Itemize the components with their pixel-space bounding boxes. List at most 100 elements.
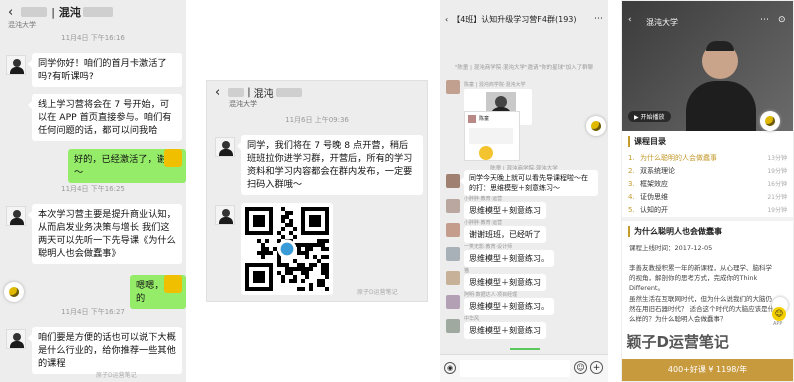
course-duration: 16分钟 — [767, 181, 787, 188]
watermark: 原子D运营笔记 — [96, 372, 137, 379]
course-duration: 19分钟 — [767, 168, 787, 175]
message-bubble: 思维模型＋刻意练习 — [464, 274, 546, 291]
smile-icon[interactable]: ☺ — [772, 307, 786, 321]
group-title: 【4班】认知升级学习营F4群(193) — [452, 14, 577, 24]
course-number: 1. — [628, 153, 635, 162]
floating-ball-icon[interactable] — [586, 116, 606, 136]
course-item[interactable]: 2. 双系统理论 19分钟 — [628, 164, 787, 177]
card-badge — [479, 146, 493, 160]
avatar[interactable] — [446, 247, 460, 261]
floating-ball-icon[interactable] — [760, 111, 780, 131]
course-number: 2. — [628, 166, 635, 175]
message-bubble: 本次学习营主要是提升商业认知，从而启发业务决策与增长 我们这两天可以先听一下先导… — [28, 204, 182, 264]
page-title: 混沌大学 — [646, 18, 678, 27]
avatar[interactable] — [446, 271, 460, 285]
chat-subtitle: 混沌大学 — [229, 100, 257, 108]
sender-name: 中华风 — [464, 316, 480, 322]
sender-name: 阿明·数据达人·项目经理 — [464, 292, 518, 298]
course-title: 为什么聪明的人会做蠢事 — [640, 153, 717, 162]
avatar[interactable] — [215, 205, 235, 225]
sender-name: 一笑无影·教育·设计师 — [464, 244, 513, 250]
sender-name: 小胖胖·教育·运营 — [464, 220, 503, 226]
course-number: 5. — [628, 205, 635, 214]
sender-name: 陈童 | 混沌商学院·混沌大学 — [464, 82, 526, 88]
title-separator: | — [51, 5, 55, 19]
divider — [622, 217, 793, 221]
back-arrow-icon[interactable]: ‹ — [215, 85, 220, 100]
timestamp: 11月4日 下午16:27 — [61, 308, 125, 316]
message-bubble: 思维模型＋刻意练习 — [464, 322, 546, 339]
shared-image[interactable]: 陈童 — [464, 111, 520, 161]
timestamp: 11月4日 下午16:16 — [61, 34, 125, 42]
group-header: ‹ 【4班】认知升级学习营F4群(193) ⋯ — [440, 10, 608, 28]
sender-name: 猫 — [464, 268, 470, 274]
emoji-icon[interactable]: ☺ — [574, 361, 587, 374]
watermark: 原子D运营笔记 — [357, 289, 398, 296]
course-date: 课程上线时间：2017-12-05 — [629, 244, 713, 252]
speaker-hair — [706, 41, 734, 51]
avatar[interactable] — [446, 80, 460, 94]
qr-code-image[interactable] — [241, 203, 333, 295]
qr-code-icon — [245, 207, 329, 291]
subscribe-button[interactable]: 400+好课 ¥ 1198/年 — [622, 359, 793, 381]
course-title: 框架效应 — [640, 179, 668, 188]
message-bubble: 思维模型＋刻意练习 — [464, 202, 546, 219]
avatar[interactable] — [6, 329, 26, 349]
speaker-body — [686, 81, 756, 131]
course-description: 虽然生活在互联网时代，但为什么说我们的大脑仍然在用旧石器时代？ 适合这个时代的大… — [629, 295, 775, 323]
course-item[interactable]: 3. 框架效应 16分钟 — [628, 177, 787, 190]
catalog-heading: 课程目录 — [628, 136, 666, 147]
course-number: 4. — [628, 192, 635, 201]
back-arrow-icon[interactable]: ‹ — [8, 5, 13, 20]
scroll-indicator — [510, 348, 540, 350]
back-arrow-icon[interactable]: ‹ — [445, 15, 448, 24]
chat-title-prefix: 混沌 — [58, 6, 81, 19]
avatar[interactable] — [446, 199, 460, 213]
my-avatar[interactable] — [164, 149, 182, 167]
message-bubble: 思维模型＋刻意练习。 — [464, 250, 554, 267]
floating-ball-icon[interactable] — [4, 282, 24, 302]
course-duration: 13分钟 — [767, 155, 787, 162]
plus-icon[interactable]: + — [590, 361, 603, 374]
avatar[interactable] — [446, 174, 460, 188]
course-item[interactable]: 1. 为什么聪明的人会做蠢事 13分钟 — [628, 151, 787, 164]
blurred-name — [21, 7, 48, 17]
chat-title: 混沌 — [253, 89, 274, 100]
avatar[interactable] — [446, 295, 460, 309]
voice-icon[interactable]: ◉ — [444, 362, 456, 374]
system-notice: "陈童 | 混沌商学院·混沌大学"邀请"你的星球"加入了群聊 — [454, 65, 594, 71]
avatar[interactable] — [6, 206, 26, 226]
avatar[interactable] — [6, 55, 26, 75]
more-icon[interactable]: ⋯ — [594, 14, 603, 24]
play-button[interactable]: ▶ 开始播放 — [628, 111, 671, 122]
close-icon[interactable]: ⊙ — [778, 15, 786, 25]
message-input[interactable] — [460, 360, 570, 377]
message-bubble: 同学今天晚上就可以看先导课程啦～在的打：思维模型＋刻意练习～ — [460, 170, 598, 196]
avatar[interactable] — [446, 319, 460, 333]
message-bubble: 同学你好！咱们的首月卡激活了吗?有听课吗? — [28, 53, 182, 87]
blurred-name — [82, 7, 113, 17]
blurred-name — [228, 88, 245, 97]
more-icon[interactable]: ⋯ — [760, 15, 769, 25]
status-bar — [622, 1, 793, 11]
app-label: APP — [773, 321, 783, 327]
group-chat-panel: ‹ 【4班】认知升级学习营F4群(193) ⋯ "陈童 | 混沌商学院·混沌大学… — [440, 0, 608, 382]
course-title: 双系统理论 — [640, 166, 675, 175]
card-content — [469, 128, 513, 144]
avatar[interactable] — [446, 223, 460, 237]
my-avatar[interactable] — [164, 275, 182, 293]
video-player[interactable]: ‹ 混沌大学 ⋯ ⊙ ▶ 开始播放 — [622, 1, 793, 131]
course-item[interactable]: 4. 证伪思维 21分钟 — [628, 190, 787, 203]
message-bubble: 谢谢班班，已经听了 — [464, 226, 546, 243]
chat-panel-2: ‹ | 混沌 混沌大学 11月6日 上午09:36 同学，我们将在 7 号晚 8… — [206, 80, 428, 302]
course-duration: 21分钟 — [767, 194, 787, 201]
blurred-name — [275, 88, 302, 97]
timestamp: 11月6日 上午09:36 — [285, 116, 349, 124]
course-item[interactable]: 5. 认知的开 19分钟 — [628, 203, 787, 216]
course-description: 李善友教授积累一年的新课程，从心理学、脑科学的视角，解剖你的思考方式，完成你的T… — [629, 264, 772, 292]
message-bubble: 同学，我们将在 7 号晚 8 点开营，稍后班班拉你进学习群，开营后，所有的学习资… — [237, 135, 423, 195]
play-label: 开始播放 — [640, 114, 665, 121]
chat-subtitle: 混沌大学 — [8, 21, 36, 29]
back-arrow-icon[interactable]: ‹ — [628, 15, 632, 25]
avatar[interactable] — [215, 137, 235, 157]
